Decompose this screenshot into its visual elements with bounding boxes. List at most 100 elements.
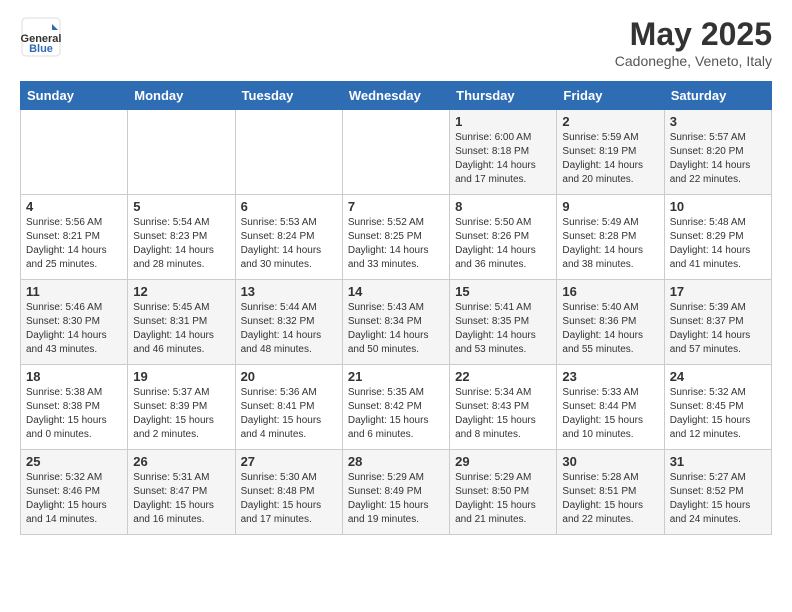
day-cell [342,110,449,195]
day-cell: 30Sunrise: 5:28 AM Sunset: 8:51 PM Dayli… [557,450,664,535]
day-info: Sunrise: 5:31 AM Sunset: 8:47 PM Dayligh… [133,471,229,527]
day-cell [235,110,342,195]
day-number: 18 [26,369,122,384]
week-row-5: 25 Sunrise: 5:32 AM Sunset: 8:46 PM Dayli… [21,450,772,535]
day-cell: 8 Sunrise: 5:50 AM Sunset: 8:26 PM Daylig… [450,195,557,280]
day-info: Sunrise: 5:30 AM Sunset: 8:48 PM Dayligh… [241,471,337,527]
day-info: Sunrise: 5:41 AM Sunset: 8:35 PM Dayligh… [455,301,551,357]
day-cell: 13Sunrise: 5:44 AM Sunset: 8:32 PM Dayli… [235,280,342,365]
col-header-wednesday: Wednesday [342,82,449,110]
day-number: 15 [455,284,551,299]
title-section: May 2025 Cadoneghe, Veneto, Italy [615,16,772,69]
day-number: 27 [241,454,337,469]
day-info: Sunrise: 5:53 AM Sunset: 8:24 PM Dayligh… [241,216,337,272]
day-number: 12 [133,284,229,299]
day-info: Sunrise: 5:34 AM Sunset: 8:43 PM Dayligh… [455,386,551,442]
day-number: 28 [348,454,444,469]
day-info: Sunrise: 5:33 AM Sunset: 8:44 PM Dayligh… [562,386,658,442]
day-info: Sunrise: 5:45 AM Sunset: 8:31 PM Dayligh… [133,301,229,357]
subtitle: Cadoneghe, Veneto, Italy [615,53,772,69]
day-info: Sunrise: 5:50 AM Sunset: 8:26 PM Dayligh… [455,216,551,272]
day-cell: 15 Sunrise: 5:41 AM Sunset: 8:35 PM Dayli… [450,280,557,365]
calendar-table: SundayMondayTuesdayWednesdayThursdayFrid… [20,81,772,535]
day-number: 5 [133,199,229,214]
day-info: Sunrise: 5:27 AM Sunset: 8:52 PM Dayligh… [670,471,766,527]
day-number: 3 [670,114,766,129]
day-cell: 26Sunrise: 5:31 AM Sunset: 8:47 PM Dayli… [128,450,235,535]
week-row-1: 1 Sunrise: 6:00 AM Sunset: 8:18 PM Daylig… [21,110,772,195]
day-cell: 21 Sunrise: 5:35 AM Sunset: 8:42 PM Dayli… [342,365,449,450]
day-cell: 14Sunrise: 5:43 AM Sunset: 8:34 PM Dayli… [342,280,449,365]
day-number: 22 [455,369,551,384]
day-number: 17 [670,284,766,299]
day-cell: 28 Sunrise: 5:29 AM Sunset: 8:49 PM Dayli… [342,450,449,535]
day-cell: 10 Sunrise: 5:48 AM Sunset: 8:29 PM Dayli… [664,195,771,280]
week-row-3: 11 Sunrise: 5:46 AM Sunset: 8:30 PM Dayli… [21,280,772,365]
day-cell: 16Sunrise: 5:40 AM Sunset: 8:36 PM Dayli… [557,280,664,365]
day-info: Sunrise: 5:32 AM Sunset: 8:45 PM Dayligh… [670,386,766,442]
day-cell: 18 Sunrise: 5:38 AM Sunset: 8:38 PM Dayli… [21,365,128,450]
day-number: 25 [26,454,122,469]
day-cell: 9 Sunrise: 5:49 AM Sunset: 8:28 PM Daylig… [557,195,664,280]
day-cell: 24 Sunrise: 5:32 AM Sunset: 8:45 PM Dayli… [664,365,771,450]
day-cell: 23Sunrise: 5:33 AM Sunset: 8:44 PM Dayli… [557,365,664,450]
col-header-thursday: Thursday [450,82,557,110]
day-cell: 1 Sunrise: 6:00 AM Sunset: 8:18 PM Daylig… [450,110,557,195]
day-info: Sunrise: 5:39 AM Sunset: 8:37 PM Dayligh… [670,301,766,357]
col-header-sunday: Sunday [21,82,128,110]
day-info: Sunrise: 5:56 AM Sunset: 8:21 PM Dayligh… [26,216,122,272]
day-cell: 27 Sunrise: 5:30 AM Sunset: 8:48 PM Dayli… [235,450,342,535]
day-number: 30 [562,454,658,469]
day-cell: 20 Sunrise: 5:36 AM Sunset: 8:41 PM Dayli… [235,365,342,450]
day-number: 21 [348,369,444,384]
day-info: Sunrise: 5:37 AM Sunset: 8:39 PM Dayligh… [133,386,229,442]
col-header-tuesday: Tuesday [235,82,342,110]
day-info: Sunrise: 5:29 AM Sunset: 8:49 PM Dayligh… [348,471,444,527]
day-number: 14 [348,284,444,299]
day-info: Sunrise: 5:48 AM Sunset: 8:29 PM Dayligh… [670,216,766,272]
col-header-saturday: Saturday [664,82,771,110]
page: General Blue May 2025 Cadoneghe, Veneto,… [0,0,792,551]
day-number: 10 [670,199,766,214]
day-number: 20 [241,369,337,384]
day-cell: 6Sunrise: 5:53 AM Sunset: 8:24 PM Daylig… [235,195,342,280]
day-number: 31 [670,454,766,469]
day-info: Sunrise: 5:57 AM Sunset: 8:20 PM Dayligh… [670,131,766,187]
day-info: Sunrise: 5:35 AM Sunset: 8:42 PM Dayligh… [348,386,444,442]
day-number: 1 [455,114,551,129]
week-row-4: 18 Sunrise: 5:38 AM Sunset: 8:38 PM Dayli… [21,365,772,450]
day-cell: 3 Sunrise: 5:57 AM Sunset: 8:20 PM Daylig… [664,110,771,195]
col-header-monday: Monday [128,82,235,110]
day-info: Sunrise: 5:38 AM Sunset: 8:38 PM Dayligh… [26,386,122,442]
col-header-friday: Friday [557,82,664,110]
day-info: Sunrise: 5:46 AM Sunset: 8:30 PM Dayligh… [26,301,122,357]
day-info: Sunrise: 5:44 AM Sunset: 8:32 PM Dayligh… [241,301,337,357]
day-info: Sunrise: 5:36 AM Sunset: 8:41 PM Dayligh… [241,386,337,442]
day-number: 24 [670,369,766,384]
day-number: 9 [562,199,658,214]
day-number: 29 [455,454,551,469]
day-info: Sunrise: 6:00 AM Sunset: 8:18 PM Dayligh… [455,131,551,187]
day-number: 2 [562,114,658,129]
day-cell: 22 Sunrise: 5:34 AM Sunset: 8:43 PM Dayli… [450,365,557,450]
day-info: Sunrise: 5:49 AM Sunset: 8:28 PM Dayligh… [562,216,658,272]
day-cell: 19 Sunrise: 5:37 AM Sunset: 8:39 PM Dayli… [128,365,235,450]
day-cell [128,110,235,195]
day-info: Sunrise: 5:32 AM Sunset: 8:46 PM Dayligh… [26,471,122,527]
day-number: 11 [26,284,122,299]
day-cell: 2 Sunrise: 5:59 AM Sunset: 8:19 PM Daylig… [557,110,664,195]
day-cell: 5Sunrise: 5:54 AM Sunset: 8:23 PM Daylig… [128,195,235,280]
day-cell: 31 Sunrise: 5:27 AM Sunset: 8:52 PM Dayli… [664,450,771,535]
day-number: 4 [26,199,122,214]
month-title: May 2025 [615,16,772,53]
day-number: 8 [455,199,551,214]
day-cell: 11 Sunrise: 5:46 AM Sunset: 8:30 PM Dayli… [21,280,128,365]
header: General Blue May 2025 Cadoneghe, Veneto,… [20,16,772,69]
day-info: Sunrise: 5:52 AM Sunset: 8:25 PM Dayligh… [348,216,444,272]
day-cell [21,110,128,195]
svg-text:Blue: Blue [29,43,53,55]
logo: General Blue [20,16,62,63]
day-cell: 29Sunrise: 5:29 AM Sunset: 8:50 PM Dayli… [450,450,557,535]
day-number: 19 [133,369,229,384]
day-info: Sunrise: 5:59 AM Sunset: 8:19 PM Dayligh… [562,131,658,187]
